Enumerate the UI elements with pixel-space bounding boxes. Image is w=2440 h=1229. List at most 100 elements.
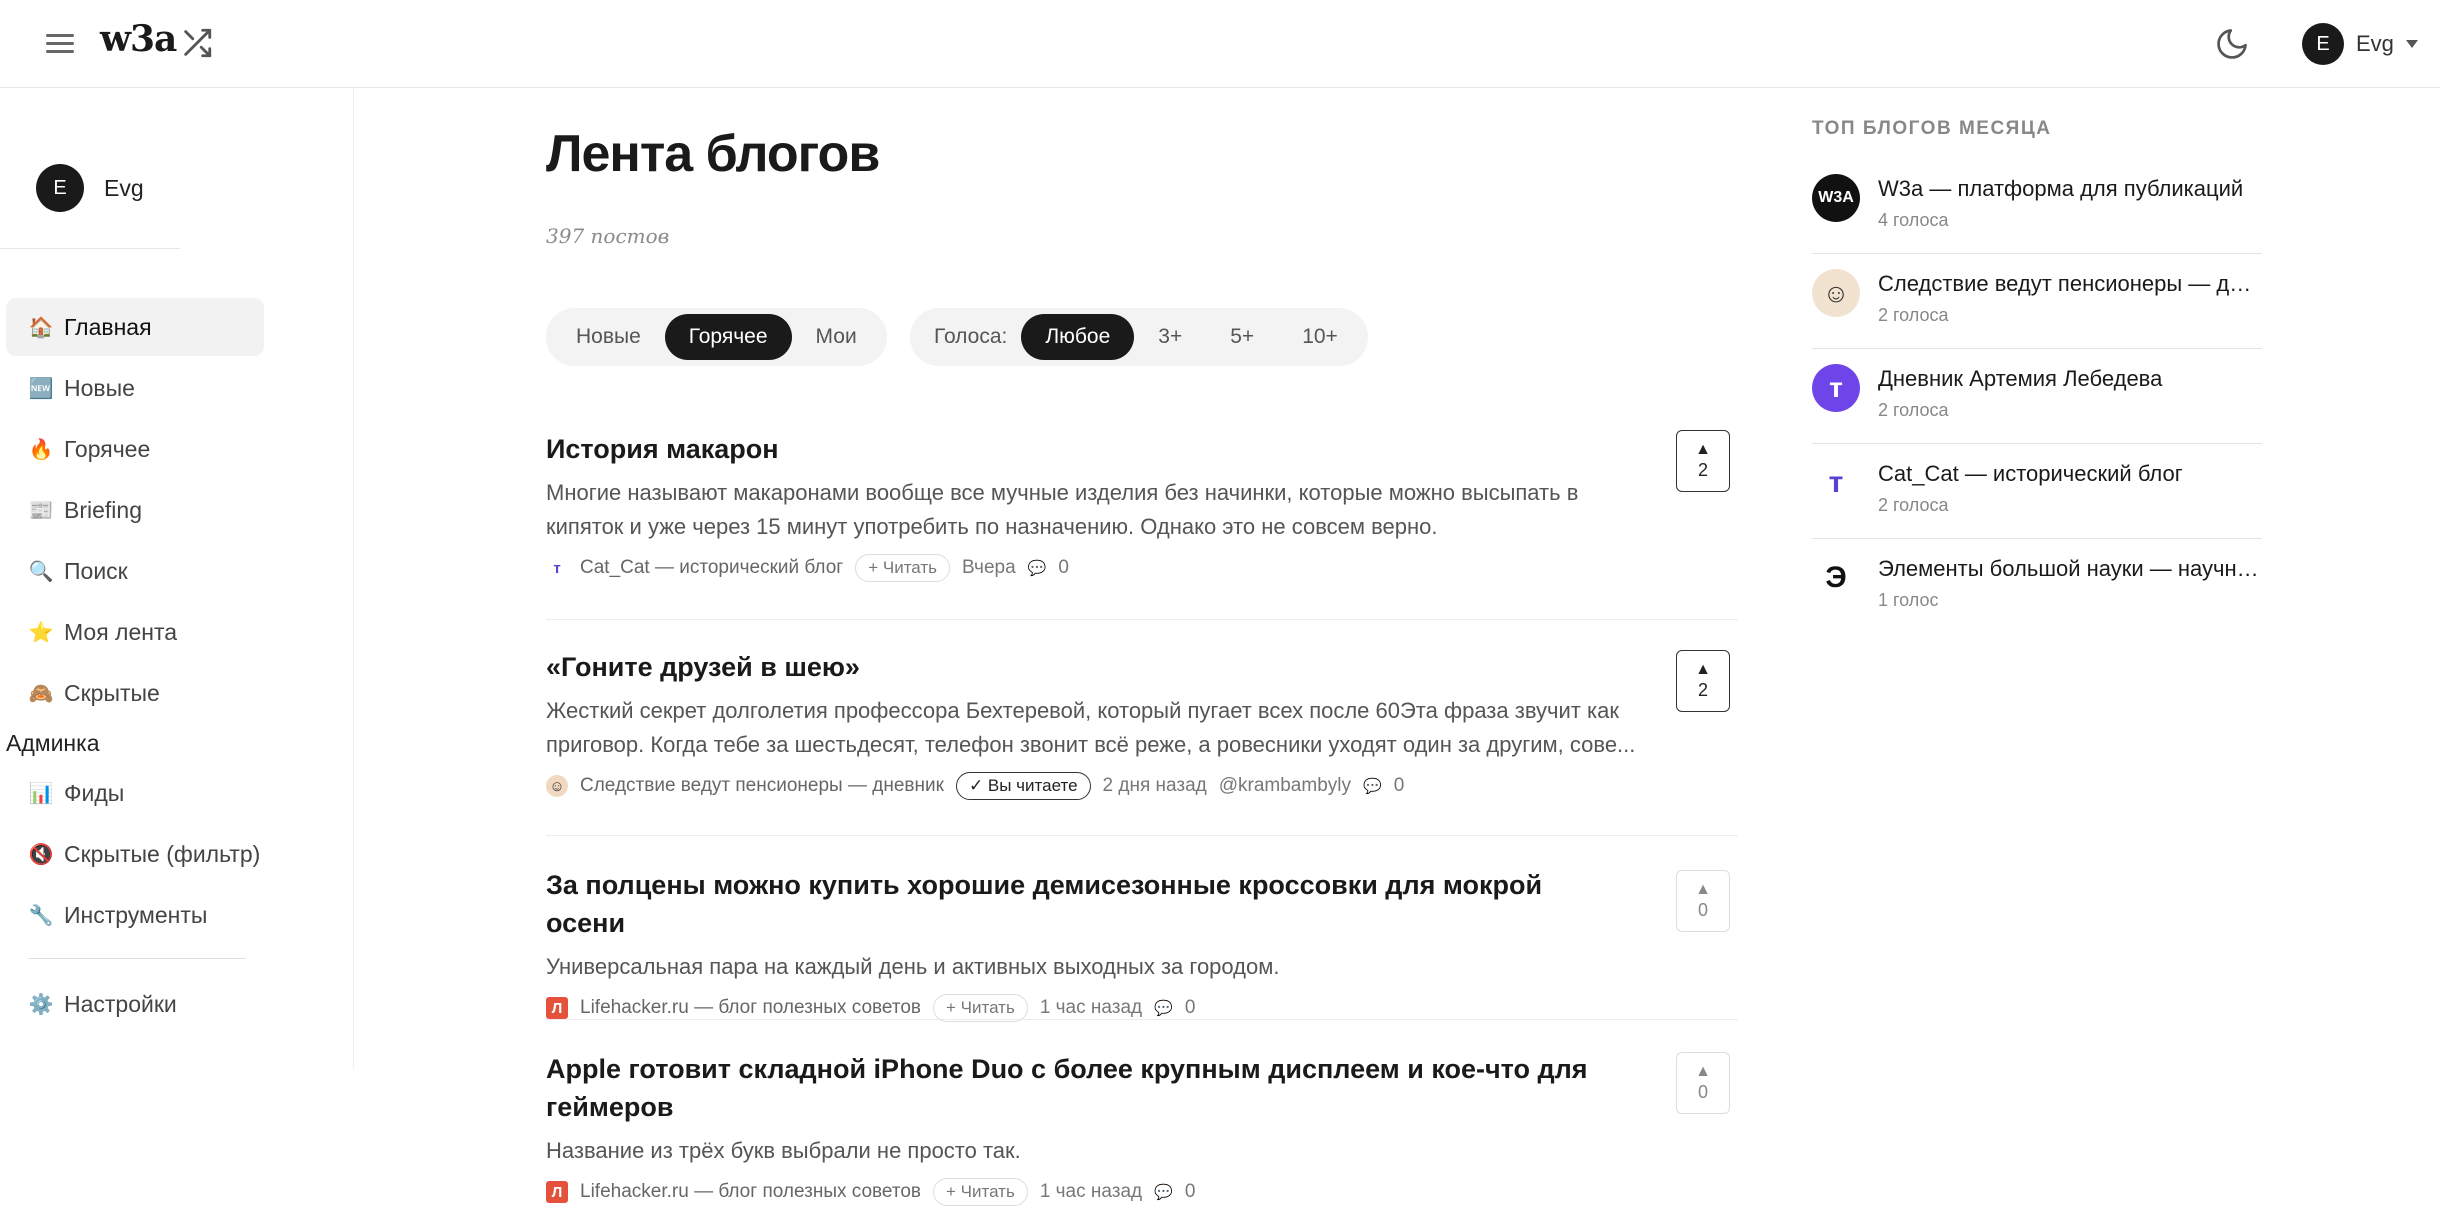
tab-hot[interactable]: Горячее: [664, 314, 792, 360]
star-icon: ⭐: [28, 621, 54, 644]
tab-new[interactable]: Новые: [552, 314, 665, 360]
top-blog-item[interactable]: W3A W3a — платформа для публикаций 4 гол…: [1812, 160, 2262, 254]
site-logo[interactable]: w3a: [100, 18, 177, 60]
post-meta: Л Lifehacker.ru — блог полезных советов …: [546, 994, 1738, 1022]
post-title[interactable]: Apple готовит складной iPhone Duo с боле…: [546, 1050, 1606, 1126]
sidebar-item-my-feed[interactable]: ⭐ Моя лента: [6, 603, 264, 661]
post-description: Название из трёх букв выбрали не просто …: [546, 1138, 1021, 1163]
post-card: За полцены можно купить хорошие демисезо…: [546, 866, 1738, 1022]
post-card: «Гоните друзей в шею» Жесткий секрет дол…: [546, 648, 1738, 836]
lebedev-blog-logo-icon: т: [1812, 364, 1860, 412]
top-blog-name: Следствие ведут пенсионеры — дне...: [1878, 271, 2262, 296]
post-time: 1 час назад: [1039, 1181, 1143, 1202]
sort-tabs: Новые Горячее Мои: [546, 308, 887, 366]
comment-count[interactable]: 0: [1058, 557, 1069, 579]
top-bar: w3a E Evg: [0, 0, 2440, 88]
vote-filter-any[interactable]: Любое: [1021, 314, 1135, 360]
comment-icon: 💬: [1027, 560, 1047, 577]
gear-icon: ⚙️: [28, 993, 54, 1016]
top-blog-votes: 2 голоса: [1878, 495, 1949, 515]
sidebar-item-feeds[interactable]: 📊 Фиды: [6, 764, 264, 822]
post-title[interactable]: За полцены можно купить хорошие демисезо…: [546, 866, 1606, 942]
vote-count: 2: [1697, 460, 1708, 480]
post-title[interactable]: История макарон: [546, 430, 1606, 468]
post-author[interactable]: @krambambyly: [1219, 775, 1351, 797]
post-source[interactable]: Следствие ведут пенсионеры — дневник: [580, 775, 944, 797]
subscribe-button[interactable]: + Читать: [933, 994, 1028, 1022]
upvote-arrow-icon: ▲: [1695, 441, 1711, 458]
vote-count: 2: [1697, 680, 1708, 700]
upvote-button[interactable]: ▲ 0: [1676, 1052, 1730, 1114]
cat-blog-logo-icon: т: [1812, 459, 1860, 507]
comment-count[interactable]: 0: [1185, 997, 1196, 1019]
top-blog-votes: 1 голос: [1878, 590, 1939, 610]
sidebar-user[interactable]: E Evg: [36, 164, 144, 212]
post-source[interactable]: Lifehacker.ru — блог полезных советов: [580, 1181, 921, 1203]
top-blog-name: Cat_Cat — исторический блог: [1878, 461, 2183, 486]
wrench-icon: 🔧: [28, 904, 54, 927]
w3a-logo-icon: W3A: [1812, 174, 1860, 222]
top-blog-item[interactable]: т Cat_Cat — исторический блог 2 голоса: [1812, 445, 2262, 539]
post-description: Многие называют макаронами вообще все му…: [546, 480, 1579, 539]
sidebar-item-hidden[interactable]: 🙈 Скрытые: [6, 664, 264, 722]
admin-section-label: Админка: [6, 730, 100, 756]
comment-count[interactable]: 0: [1185, 1181, 1196, 1203]
pensioners-blog-avatar-icon: ☺: [1812, 269, 1860, 317]
upvote-button[interactable]: ▲ 2: [1676, 430, 1730, 492]
sidebar-item-tools[interactable]: 🔧 Инструменты: [6, 886, 264, 944]
vote-filter-10[interactable]: 10+: [1278, 314, 1362, 360]
moon-icon[interactable]: [2214, 26, 2250, 62]
post-source[interactable]: Lifehacker.ru — блог полезных советов: [580, 997, 921, 1019]
caret-down-icon: [2405, 40, 2418, 48]
fire-icon: 🔥: [28, 438, 54, 461]
sidebar-item-new[interactable]: 🆕 Новые: [6, 359, 264, 417]
post-description: Универсальная пара на каждый день и акти…: [546, 954, 1280, 979]
new-icon: 🆕: [28, 377, 54, 400]
subscribe-button[interactable]: + Читать: [933, 1178, 1028, 1206]
post-time: 1 час назад: [1039, 997, 1143, 1018]
following-button[interactable]: ✓ Вы читаете: [955, 772, 1091, 800]
divider: [28, 958, 246, 959]
post-source[interactable]: Cat_Cat — исторический блог: [580, 557, 843, 579]
newspaper-icon: 📰: [28, 499, 54, 522]
vote-filter-3[interactable]: 3+: [1134, 314, 1206, 360]
avatar: E: [2302, 23, 2344, 65]
sidebar-item-label: Главная: [64, 313, 152, 340]
sidebar-item-label: Новые: [64, 374, 135, 401]
sidebar-item-settings[interactable]: ⚙️ Настройки: [6, 975, 264, 1033]
comment-icon: 💬: [1154, 1184, 1173, 1201]
comment-count[interactable]: 0: [1394, 775, 1405, 797]
post-count: 397 постов: [546, 224, 670, 248]
subscribe-button[interactable]: + Читать: [855, 554, 951, 582]
menu-icon[interactable]: [44, 28, 76, 60]
sidebar-item-hidden-filter[interactable]: 🔇 Скрытые (фильтр): [6, 825, 264, 883]
sidebar-item-label: Скрытые: [64, 679, 160, 706]
sidebar-item-label: Настройки: [64, 990, 177, 1017]
sidebar-item-label: Инструменты: [64, 901, 208, 928]
upvote-arrow-icon: ▲: [1695, 881, 1711, 898]
chart-icon: 📊: [28, 782, 54, 805]
post-meta: т Cat_Cat — исторический блог + Читать В…: [546, 554, 1738, 582]
tab-mine[interactable]: Мои: [792, 314, 881, 360]
upvote-button[interactable]: ▲ 2: [1676, 650, 1730, 712]
user-name: Evg: [2356, 31, 2394, 56]
post-card: История макарон Многие называют макарона…: [546, 430, 1738, 620]
sidebar-item-briefing[interactable]: 📰 Briefing: [6, 481, 264, 539]
post-time: 2 дня назад: [1102, 775, 1207, 796]
top-blog-item[interactable]: т Дневник Артемия Лебедева 2 голоса: [1812, 350, 2262, 444]
post-title[interactable]: «Гоните друзей в шею»: [546, 648, 1606, 686]
sidebar-item-hot[interactable]: 🔥 Горячее: [6, 420, 264, 478]
top-blog-item[interactable]: ☺ Следствие ведут пенсионеры — дне... 2 …: [1812, 255, 2262, 349]
sidebar-item-search[interactable]: 🔍 Поиск: [6, 542, 264, 600]
user-menu[interactable]: E Evg: [2302, 22, 2418, 66]
vote-filter-5[interactable]: 5+: [1206, 314, 1278, 360]
shuffle-icon[interactable]: [180, 26, 214, 60]
avatar: E: [36, 164, 84, 212]
science-blog-logo-icon: Э: [1812, 554, 1860, 602]
sidebar-item-label: Горячее: [64, 435, 151, 462]
top-blog-name: W3a — платформа для публикаций: [1878, 176, 2244, 201]
top-blog-item[interactable]: Э Элементы большой науки — научно... 1 г…: [1812, 540, 2262, 634]
upvote-arrow-icon: ▲: [1695, 661, 1711, 678]
sidebar-item-home[interactable]: 🏠 Главная: [6, 298, 264, 356]
upvote-button[interactable]: ▲ 0: [1676, 870, 1730, 932]
